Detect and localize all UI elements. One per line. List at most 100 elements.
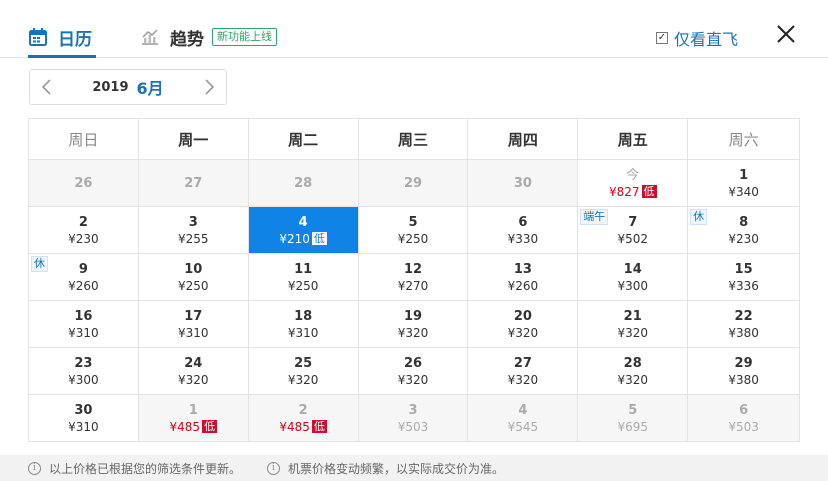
price-value: ¥340	[728, 184, 759, 199]
day-cell[interactable]: 15 ¥336	[688, 254, 801, 301]
day-number: 15	[734, 261, 753, 277]
day-price: ¥502	[617, 231, 648, 247]
price-value: ¥230	[68, 231, 99, 246]
price-value: ¥310	[178, 325, 209, 340]
day-cell[interactable]: 18 ¥310	[248, 301, 359, 348]
day-cell[interactable]: 5 ¥695	[578, 395, 689, 442]
day-cell[interactable]: 23 ¥300	[29, 348, 139, 395]
day-price: ¥485 低	[170, 419, 218, 435]
day-cell: 29	[358, 160, 469, 207]
day-cell[interactable]: 1 ¥485 低	[138, 395, 249, 442]
weekday-header: 周日 周一 周二 周三 周四 周五 周六	[29, 119, 801, 160]
day-number: 8	[739, 214, 749, 230]
price-value: ¥827	[608, 184, 640, 199]
day-cell[interactable]: 休 8 ¥230	[688, 207, 801, 254]
day-price: ¥320	[398, 325, 429, 341]
day-cell[interactable]: 19 ¥320	[358, 301, 469, 348]
price-value: ¥260	[68, 278, 99, 293]
day-price: ¥250	[398, 231, 429, 247]
day-cell[interactable]: 3 ¥255	[138, 207, 249, 254]
day-cell[interactable]: 6 ¥330	[468, 207, 579, 254]
day-number: 25	[294, 355, 313, 371]
tab-calendar[interactable]: 日历	[28, 22, 96, 58]
holiday-tag: 休	[31, 256, 48, 272]
day-number: 4	[518, 402, 528, 418]
day-number: 14	[623, 261, 642, 277]
day-cell[interactable]: 29 ¥380	[688, 348, 801, 395]
price-value: ¥250	[287, 278, 319, 293]
day-price: ¥310	[178, 325, 209, 341]
day-number: 5	[628, 402, 638, 418]
price-value: ¥502	[617, 231, 648, 246]
day-number: 9	[78, 261, 88, 277]
day-cell[interactable]: 2 ¥230	[29, 207, 139, 254]
day-cell[interactable]: 28 ¥320	[578, 348, 689, 395]
weekday-mon: 周一	[138, 119, 249, 160]
price-value: ¥503	[728, 419, 759, 434]
day-price: ¥320	[508, 372, 539, 388]
day-cell[interactable]: 2 ¥485 低	[248, 395, 359, 442]
calendar-week-row: 16 ¥310 17 ¥310 18 ¥310 19 ¥320 20 ¥320 21 ¥320 22 ¥3…	[29, 301, 801, 348]
day-cell[interactable]: 12 ¥270	[358, 254, 469, 301]
price-value: ¥300	[617, 278, 648, 293]
day-number: 20	[513, 308, 532, 324]
price-value: ¥485	[279, 419, 310, 434]
day-cell[interactable]: 17 ¥310	[138, 301, 249, 348]
info-icon: i	[267, 461, 280, 475]
day-price: ¥485 低	[279, 419, 327, 435]
calendar-week-row: 23 ¥300 24 ¥320 25 ¥320 26 ¥320 27 ¥320 28 ¥320 29 ¥3…	[29, 348, 801, 395]
day-number: 29	[403, 175, 423, 191]
day-number: 10	[184, 261, 203, 277]
direct-flight-filter[interactable]: ✓ 仅看直飞	[656, 26, 738, 50]
day-cell[interactable]: 6 ¥503	[688, 395, 801, 442]
calendar-week-row: 2 ¥230 3 ¥255 4 ¥210 低 5 ¥250 6 ¥330 端午 7 ¥502 休 8 ¥230	[29, 207, 801, 254]
day-cell[interactable]: 10 ¥250	[138, 254, 249, 301]
weekday-sat: 周六	[688, 119, 801, 160]
direct-flight-checkbox[interactable]: ✓	[656, 32, 668, 44]
day-price: ¥260	[68, 278, 99, 294]
day-cell[interactable]: 25 ¥320	[248, 348, 359, 395]
day-cell[interactable]: 13 ¥260	[468, 254, 579, 301]
day-cell[interactable]: 3 ¥503	[358, 395, 469, 442]
day-number: 11	[294, 261, 313, 277]
footer-notes: i 以上价格已根据您的筛选条件更新。 i 机票价格变动频繁，以实际成交价为准。	[0, 455, 828, 481]
day-cell[interactable]: 27 ¥320	[468, 348, 579, 395]
price-value: ¥380	[728, 325, 759, 340]
day-cell[interactable]: 16 ¥310	[29, 301, 139, 348]
day-number: 27	[513, 355, 532, 371]
day-cell[interactable]: 4 ¥545	[468, 395, 579, 442]
day-cell[interactable]: 30 ¥310	[29, 395, 139, 442]
day-cell[interactable]: 端午 7 ¥502	[578, 207, 689, 254]
day-cell[interactable]: 22 ¥380	[688, 301, 801, 348]
day-number: 21	[623, 308, 642, 324]
day-cell[interactable]: 20 ¥320	[468, 301, 579, 348]
day-cell[interactable]: 1 ¥340	[688, 160, 801, 207]
day-cell[interactable]: 11 ¥250	[248, 254, 359, 301]
price-value: ¥380	[728, 372, 759, 387]
price-value: ¥320	[178, 372, 209, 387]
day-cell[interactable]: 休 9 ¥260	[29, 254, 139, 301]
price-value: ¥485	[169, 419, 201, 434]
day-cell[interactable]: 14 ¥300	[578, 254, 689, 301]
day-cell-selected[interactable]: 4 ¥210 低	[248, 207, 359, 254]
chevron-right-icon[interactable]	[200, 78, 218, 96]
calendar-weeks: 26 27 28 29 30 今 ¥827 低 1 ¥340 2 ¥230 3 ¥255 4 ¥210 低 5 ¥2…	[29, 160, 801, 442]
day-price: ¥336	[728, 278, 759, 294]
weekday-tue: 周二	[248, 119, 359, 160]
day-cell[interactable]: 24 ¥320	[138, 348, 249, 395]
day-cell[interactable]: 26 ¥320	[358, 348, 469, 395]
day-cell[interactable]: 21 ¥320	[578, 301, 689, 348]
day-number: 3	[188, 214, 198, 230]
price-value: ¥260	[507, 278, 539, 293]
tab-trend[interactable]: 趋势 新功能上线	[140, 22, 277, 52]
close-icon[interactable]	[774, 22, 798, 46]
day-number: 23	[74, 355, 93, 371]
price-value: ¥255	[178, 231, 209, 246]
day-number: 26	[74, 175, 93, 191]
day-price: ¥330	[508, 231, 539, 247]
weekday-thu: 周四	[468, 119, 579, 160]
day-cell-today[interactable]: 今 ¥827 低	[578, 160, 689, 207]
day-price: ¥260	[508, 278, 539, 294]
day-cell[interactable]: 5 ¥250	[358, 207, 469, 254]
day-price: ¥320	[508, 325, 539, 341]
